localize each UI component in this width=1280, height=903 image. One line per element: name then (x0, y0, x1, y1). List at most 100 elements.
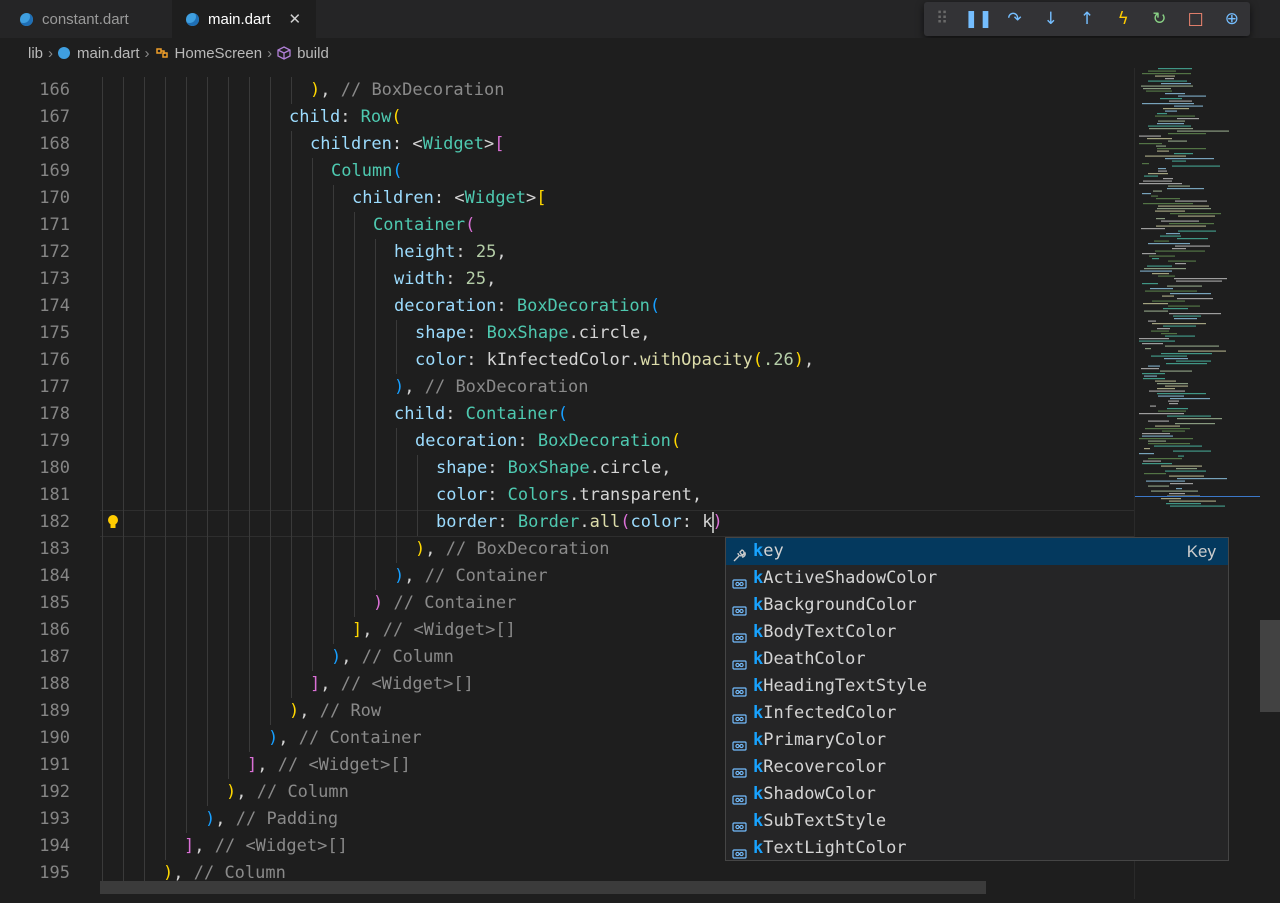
breadcrumb-file[interactable]: main.dart (58, 45, 140, 62)
step-over-icon[interactable]: ↷ (996, 9, 1032, 29)
suggestion-item[interactable]: kDeathColor (726, 646, 1228, 673)
indent-guide (165, 725, 166, 752)
indent-guide (123, 212, 124, 239)
indent-guide (291, 347, 292, 374)
line-number: 190 (39, 728, 70, 748)
indent-guide (165, 239, 166, 266)
indent-guide (165, 212, 166, 239)
indent-guide (186, 428, 187, 455)
variable-icon (732, 653, 747, 670)
indent-guide (165, 374, 166, 401)
suggestion-item[interactable]: kShadowColor (726, 781, 1228, 808)
indent-guide (102, 644, 103, 671)
breadcrumb-lib[interactable]: lib (28, 45, 43, 62)
indent-guide (312, 293, 313, 320)
suggestion-item[interactable]: kActiveShadowColor (726, 565, 1228, 592)
suggestion-item[interactable]: kBodyTextColor (726, 619, 1228, 646)
indent-guide (396, 347, 397, 374)
code-token: , (425, 539, 446, 559)
indent-guide (270, 698, 271, 725)
step-out-icon[interactable]: ↑ (1069, 9, 1105, 29)
hot-reload-icon[interactable]: ϟ (1105, 9, 1141, 29)
indent-guide (228, 77, 229, 104)
vertical-scrollbar-thumb[interactable] (1260, 620, 1280, 712)
indent-guide (228, 752, 229, 779)
minimap-line (1175, 245, 1210, 247)
suggestion-label: kActiveShadowColor (753, 568, 938, 588)
suggestion-item[interactable]: kBackgroundColor (726, 592, 1228, 619)
step-into-icon[interactable]: ↓ (1033, 9, 1069, 29)
indent-guide (249, 563, 250, 590)
minimap-line (1163, 108, 1189, 110)
indent-guide (207, 617, 208, 644)
minimap-line (1142, 433, 1170, 435)
indent-guide (228, 509, 229, 536)
suggestion-item[interactable]: kTextLightColor (726, 835, 1228, 862)
code-token: ( (649, 296, 661, 316)
stop-icon[interactable]: □ (1178, 9, 1214, 29)
code-token: Widget (464, 188, 527, 208)
close-icon[interactable]: ✕ (289, 10, 302, 28)
breadcrumb-method[interactable]: build (277, 45, 329, 62)
minimap-line (1167, 408, 1188, 410)
lightbulb-icon[interactable] (106, 514, 120, 528)
indent-guide (291, 239, 292, 266)
horizontal-scrollbar-thumb[interactable] (100, 881, 986, 894)
indent-guide (249, 347, 250, 374)
minimap-line (1169, 100, 1192, 102)
code-token: BoxShape (507, 458, 590, 478)
line-number: 182 (39, 512, 70, 532)
code-token: // Container (393, 593, 517, 613)
indent-guide (333, 185, 334, 212)
indent-guide (228, 698, 229, 725)
minimap-line (1177, 238, 1208, 240)
vertical-scrollbar-track[interactable] (1260, 68, 1280, 899)
suggestion-item[interactable]: kInfectedColor (726, 700, 1228, 727)
minimap-line (1153, 190, 1162, 192)
minimap-line (1169, 493, 1185, 495)
indent-guide (249, 509, 250, 536)
variable-icon (732, 572, 747, 589)
indent-guide (396, 509, 397, 536)
code-token: , (404, 377, 425, 397)
code-token: // <Widget>[] (382, 620, 516, 640)
minimap-line (1142, 253, 1156, 255)
restart-icon[interactable]: ↻ (1141, 9, 1177, 29)
suggestion-item[interactable]: kRecovercolor (726, 754, 1228, 781)
suggestion-item[interactable]: kHeadingTextStyle (726, 673, 1228, 700)
code-token: ) (163, 863, 174, 883)
minimap-line (1174, 105, 1203, 107)
code-line: ), // BoxDecoration (415, 536, 610, 563)
indent-guide (102, 266, 103, 293)
indent-guide (165, 806, 166, 833)
code-token: , (257, 755, 278, 775)
chevron-right-icon: › (267, 44, 273, 62)
indent-guide (333, 590, 334, 617)
indent-guide (228, 293, 229, 320)
code-token: BoxDecoration (516, 296, 650, 316)
indent-guide (186, 806, 187, 833)
pause-icon[interactable]: ❚❚ (960, 9, 996, 29)
indent-guide (207, 347, 208, 374)
code-token: decoration (394, 296, 497, 316)
code-token: > (484, 134, 495, 154)
suggestion-item[interactable]: kSubTextStyle (726, 808, 1228, 835)
suggestion-label: kBodyTextColor (753, 622, 897, 642)
wrench-icon (732, 545, 746, 562)
breadcrumb-class[interactable]: HomeScreen (155, 45, 262, 62)
indent-guide (186, 131, 187, 158)
tab-main-dart[interactable]: main.dart ✕ (172, 0, 316, 38)
devtools-icon[interactable]: ⊕ (1214, 9, 1250, 29)
code-line: ), // BoxDecoration (310, 77, 505, 104)
minimap-line (1142, 373, 1165, 375)
indent-guide (417, 455, 418, 482)
tab-constant-dart[interactable]: constant.dart (20, 0, 180, 38)
minimap-line (1178, 455, 1184, 457)
code-token: : (445, 269, 466, 289)
suggestion-item[interactable]: key Key (726, 538, 1228, 565)
indent-guide (186, 401, 187, 428)
indent-guide (165, 590, 166, 617)
suggestion-item[interactable]: kPrimaryColor (726, 727, 1228, 754)
code-token: : (496, 296, 517, 316)
indent-guide (123, 617, 124, 644)
